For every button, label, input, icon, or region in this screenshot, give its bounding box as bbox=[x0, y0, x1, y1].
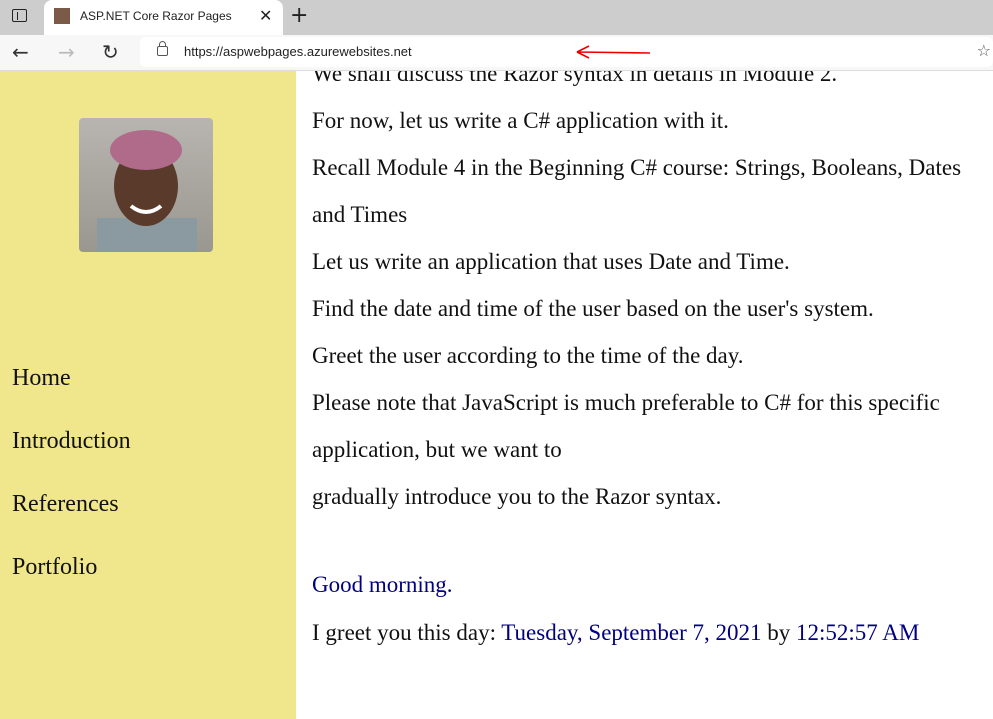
paragraph: Greet the user according to the time of … bbox=[312, 343, 744, 368]
main-content: We shall discuss the Razor syntax in det… bbox=[312, 0, 982, 719]
tab-active[interactable]: ASP.NET Core Razor Pages ✕ bbox=[44, 0, 283, 35]
paragraph: Please note that JavaScript is much pref… bbox=[312, 390, 940, 462]
tab-bar: ASP.NET Core Razor Pages ✕ + bbox=[0, 0, 993, 35]
back-icon[interactable]: ← bbox=[12, 40, 29, 64]
new-tab-icon[interactable]: + bbox=[290, 3, 308, 28]
tab-actions-icon[interactable] bbox=[12, 9, 27, 22]
address-bar[interactable]: https://aspwebpages.azurewebsites.net ☆ bbox=[140, 37, 993, 67]
greet-line: I greet you this day: Tuesday, September… bbox=[312, 618, 982, 648]
paragraph-list: We shall discuss the Razor syntax in det… bbox=[312, 50, 982, 520]
url-text[interactable]: https://aspwebpages.azurewebsites.net bbox=[184, 44, 412, 59]
close-icon[interactable]: ✕ bbox=[259, 6, 272, 25]
tab-title: ASP.NET Core Razor Pages bbox=[80, 9, 232, 23]
time: 12:52:57 AM bbox=[796, 620, 920, 645]
greeting: Good morning. bbox=[312, 572, 453, 597]
sidebar: Home Introduction References Portfolio bbox=[0, 71, 296, 719]
sidebar-item-references[interactable]: References bbox=[12, 491, 119, 518]
red-arrow-annotation-icon bbox=[576, 45, 651, 59]
paragraph: Recall Module 4 in the Beginning C# cour… bbox=[312, 155, 962, 227]
by-text: by bbox=[761, 620, 797, 645]
favicon-icon bbox=[54, 8, 70, 24]
favorites-icon[interactable]: ☆ bbox=[977, 41, 991, 60]
forward-icon[interactable]: → bbox=[58, 40, 75, 64]
date: Tuesday, September 7, 2021 bbox=[501, 620, 762, 645]
paragraph: Let us write an application that uses Da… bbox=[312, 249, 790, 274]
profile-photo bbox=[79, 118, 213, 252]
sidebar-item-home[interactable]: Home bbox=[12, 365, 71, 392]
refresh-icon[interactable]: ↻ bbox=[102, 40, 119, 64]
paragraph: Find the date and time of the user based… bbox=[312, 296, 874, 321]
browser-toolbar: ← → ↻ https://aspwebpages.azurewebsites.… bbox=[0, 35, 993, 71]
sidebar-item-introduction[interactable]: Introduction bbox=[12, 428, 131, 455]
greet-prefix: I greet you this day: bbox=[312, 620, 502, 645]
sidebar-item-portfolio[interactable]: Portfolio bbox=[12, 554, 97, 581]
lock-icon[interactable] bbox=[157, 41, 168, 56]
paragraph: For now, let us write a C# application w… bbox=[312, 108, 729, 133]
paragraph: gradually introduce you to the Razor syn… bbox=[312, 484, 722, 509]
